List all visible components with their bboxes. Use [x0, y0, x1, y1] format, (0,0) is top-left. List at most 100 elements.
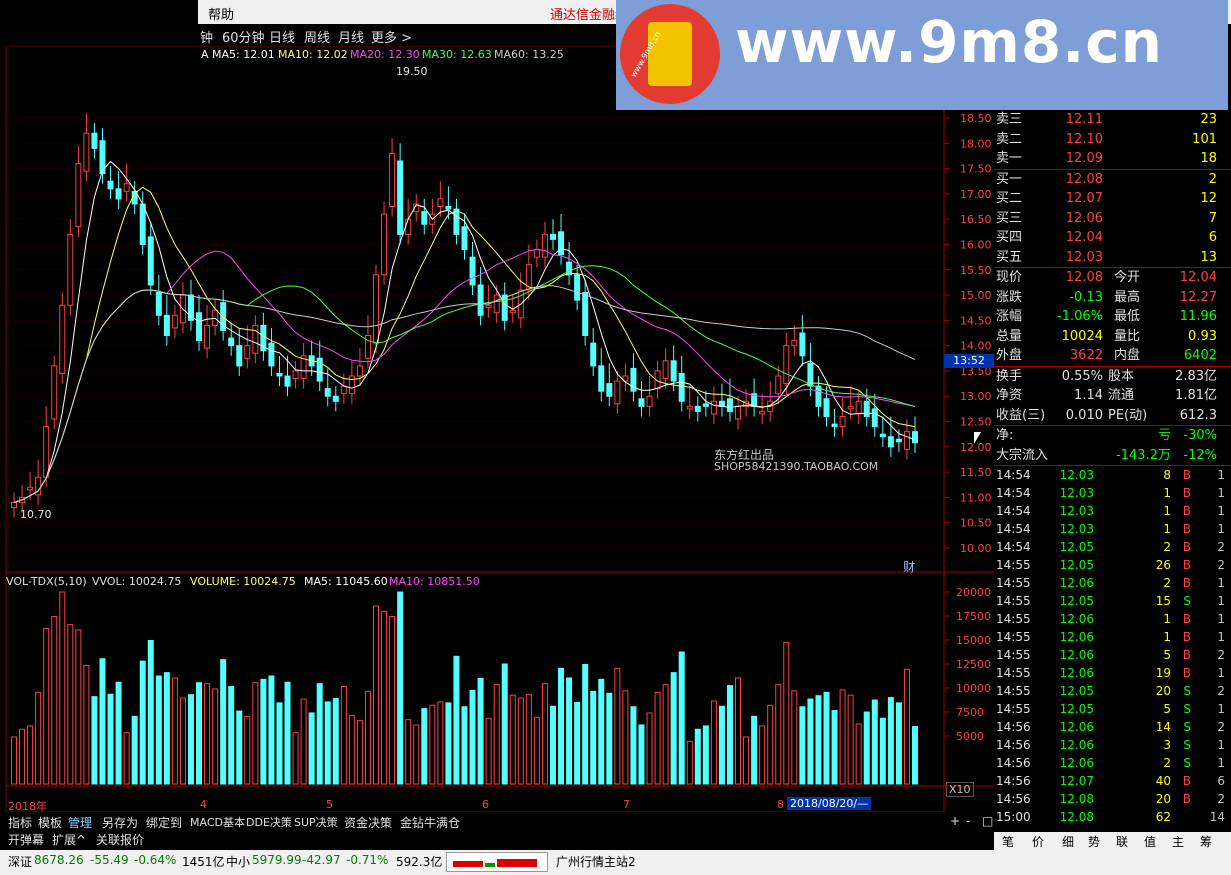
- volume-bar: [429, 704, 436, 785]
- tick-count: 1: [1217, 756, 1225, 770]
- watermark-text: www.9m8.cn: [735, 8, 1163, 76]
- tick-count: 2: [1217, 558, 1225, 572]
- tab-value[interactable]: 值: [1144, 833, 1156, 850]
- tab-link[interactable]: 联: [1116, 833, 1128, 850]
- period-weekly[interactable]: 周线: [304, 27, 330, 46]
- tab-golden[interactable]: 金钻牛满仓: [400, 814, 460, 831]
- tab-template[interactable]: 模板: [38, 814, 62, 831]
- server-status[interactable]: 广州行情主站2: [556, 853, 636, 870]
- stat-label: 外盘: [996, 348, 1023, 363]
- stat-value: 0.010: [1065, 407, 1103, 423]
- tick-count: 1: [1217, 522, 1225, 536]
- volume-bar: [831, 710, 838, 785]
- tick-side: B: [1182, 540, 1191, 554]
- stat-value: 12.27: [1179, 289, 1217, 305]
- tab-manage[interactable]: 管理: [68, 814, 92, 831]
- period-minute[interactable]: 钟: [200, 27, 213, 46]
- tick-time: 14:56: [996, 720, 1031, 734]
- candle-body: [678, 372, 685, 402]
- fundamental-row: 换手 0.55% 股本 2.83亿: [994, 367, 1231, 387]
- tab-zoom-out[interactable]: -: [966, 814, 970, 828]
- volume-bar: [27, 725, 34, 785]
- tick-row: 14:55 12.06 2 B 1: [994, 574, 1231, 592]
- tab-trades[interactable]: 笔: [1002, 833, 1014, 850]
- ask-volume: 18: [1200, 151, 1217, 166]
- tab-danmu[interactable]: 开弹幕: [8, 831, 44, 848]
- kline-chart[interactable]: 18.50 18.00 17.50 17.00 16.50 16.00 15.50 15.00…: [0, 46, 994, 812]
- tick-count: 14: [1209, 810, 1225, 824]
- menu-help[interactable]: 帮助: [208, 4, 234, 23]
- tick-volume: 19: [1155, 666, 1171, 680]
- stat-label: 收益(三): [996, 407, 1046, 423]
- period-daily[interactable]: 日线: [269, 27, 295, 46]
- volume-bar: [558, 667, 565, 785]
- volume-bar: [437, 701, 444, 785]
- tick-time: 14:55: [996, 702, 1031, 716]
- tick-price: 12.05: [1059, 702, 1094, 716]
- candle-body: [276, 372, 283, 377]
- volume-bar: [710, 700, 717, 785]
- tick-time: 14:54: [996, 486, 1031, 500]
- price-tick-label: 16.00: [960, 238, 992, 251]
- tab-restore[interactable]: □: [982, 814, 993, 828]
- tab-indicator[interactable]: 指标: [8, 814, 32, 831]
- tick-price: 12.05: [1059, 540, 1094, 554]
- candle-body: [895, 438, 902, 443]
- flow-value: -143.2万: [1116, 447, 1171, 463]
- tick-price: 12.05: [1059, 684, 1094, 698]
- tab-detail[interactable]: 细: [1062, 833, 1074, 850]
- ask-row: 卖二 12.10 101: [994, 130, 1231, 150]
- bid-price: 12.03: [1065, 249, 1103, 265]
- bid-volume: 13: [1200, 249, 1217, 265]
- price-tick-label: 16.50: [960, 213, 992, 226]
- volume-bar: [686, 740, 693, 785]
- tab-fund[interactable]: 资金决策: [344, 814, 392, 831]
- candle-body: [445, 206, 452, 210]
- vol-tick-label: 12500: [956, 658, 991, 671]
- tab-zoom-in[interactable]: +: [950, 814, 960, 828]
- period-60min[interactable]: 60分钟: [222, 27, 265, 46]
- tab-macd[interactable]: MACD基本: [190, 814, 245, 830]
- volume-bar: [11, 736, 17, 785]
- tab-main[interactable]: 主: [1172, 833, 1184, 850]
- candle-body: [171, 314, 178, 329]
- tab-bind-to[interactable]: 绑定到: [146, 814, 182, 831]
- tab-sup[interactable]: SUP决策: [294, 814, 338, 830]
- x-axis-month-4: 4: [200, 798, 207, 811]
- bid-row: 买五 12.03 13: [994, 248, 1231, 268]
- tab-chips[interactable]: 筹: [1200, 833, 1212, 850]
- period-more[interactable]: 更多 >: [371, 27, 412, 46]
- volume-bar: [606, 692, 613, 785]
- volume-bar: [332, 698, 339, 785]
- volume-bar: [493, 684, 500, 785]
- candle-body: [879, 433, 886, 438]
- volume-bar: [678, 651, 685, 785]
- tick-time: 14:55: [996, 648, 1031, 662]
- tick-side: B: [1182, 576, 1191, 590]
- volume-bar: [823, 691, 830, 785]
- candle-body: [268, 342, 275, 367]
- tick-side: B: [1182, 792, 1191, 806]
- tab-price[interactable]: 价: [1032, 833, 1044, 850]
- sz-index-amount: 1451亿: [182, 855, 225, 869]
- tick-count: 2: [1217, 720, 1225, 734]
- tick-price: 12.03: [1059, 504, 1094, 518]
- tab-related-quote[interactable]: 关联报价: [96, 831, 144, 848]
- volume-bar: [83, 664, 90, 785]
- period-monthly[interactable]: 月线: [338, 27, 364, 46]
- tick-volume: 26: [1155, 558, 1171, 572]
- candle-body: [783, 345, 790, 385]
- ask-price: 12.09: [1065, 151, 1103, 166]
- tab-trend[interactable]: 势: [1088, 833, 1100, 850]
- candle-body: [726, 398, 733, 412]
- tab-save-as[interactable]: 另存为: [102, 814, 138, 831]
- candle-body: [252, 324, 259, 354]
- finance-tag[interactable]: 财: [903, 558, 915, 575]
- candle-body: [606, 383, 613, 397]
- volume-bar: [654, 691, 661, 785]
- volume-bar: [43, 627, 50, 785]
- tick-time: 14:54: [996, 504, 1031, 518]
- tab-dde[interactable]: DDE决策: [246, 814, 292, 830]
- tab-expand[interactable]: 扩展^: [52, 831, 86, 848]
- bid-label: 买三: [996, 210, 1023, 226]
